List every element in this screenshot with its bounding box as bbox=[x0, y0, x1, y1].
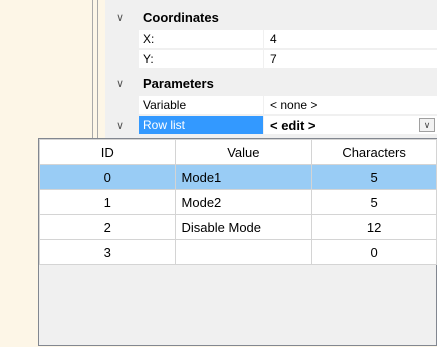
row-list-table: ID Value Characters 0 Mode1 5 1 Mode2 5 … bbox=[39, 139, 437, 265]
cell-characters[interactable]: 5 bbox=[311, 189, 437, 215]
property-name: Row list bbox=[139, 116, 263, 135]
table-row[interactable]: 0 Mode1 5 bbox=[39, 164, 437, 190]
property-name: Variable bbox=[139, 96, 263, 115]
cell-characters[interactable]: 5 bbox=[311, 164, 437, 190]
cell-id[interactable]: 3 bbox=[39, 239, 176, 265]
cell-value[interactable] bbox=[174, 239, 313, 265]
column-header-characters[interactable]: Characters bbox=[311, 139, 437, 165]
property-value[interactable]: < none > bbox=[264, 96, 437, 115]
chevron-down-icon[interactable]: ∨ bbox=[105, 74, 135, 94]
table-row[interactable]: 2 Disable Mode 12 bbox=[39, 214, 437, 240]
chevron-down-icon[interactable]: ∨ bbox=[105, 116, 135, 136]
dropdown-arrow-icon[interactable]: ∨ bbox=[419, 118, 435, 132]
panel-border-outer bbox=[92, 0, 93, 138]
property-variable[interactable]: Variable < none > bbox=[105, 96, 437, 116]
table-header-row: ID Value Characters bbox=[39, 139, 437, 165]
property-value[interactable]: 4 bbox=[264, 30, 437, 49]
cell-value[interactable]: Mode2 bbox=[174, 189, 313, 215]
column-header-id[interactable]: ID bbox=[39, 139, 176, 165]
property-grid: ∨ Coordinates X: 4 Y: 7 ∨ Parameters Var… bbox=[105, 0, 437, 138]
property-row-list[interactable]: ∨ Row list < edit > ∨ bbox=[105, 116, 437, 136]
cell-value[interactable]: Mode1 bbox=[174, 164, 313, 190]
chevron-down-icon[interactable]: ∨ bbox=[105, 8, 135, 28]
cell-id[interactable]: 1 bbox=[39, 189, 176, 215]
cell-characters[interactable]: 12 bbox=[311, 214, 437, 240]
property-value[interactable]: < edit > bbox=[264, 116, 437, 135]
table-row[interactable]: 3 0 bbox=[39, 239, 437, 265]
category-parameters[interactable]: ∨ Parameters bbox=[105, 74, 437, 94]
row-list-dropdown: ID Value Characters 0 Mode1 5 1 Mode2 5 … bbox=[38, 138, 437, 346]
cell-characters[interactable]: 0 bbox=[311, 239, 437, 265]
property-value[interactable]: 7 bbox=[264, 50, 437, 69]
category-label: Parameters bbox=[143, 76, 214, 91]
column-header-value[interactable]: Value bbox=[174, 139, 313, 165]
category-coordinates[interactable]: ∨ Coordinates bbox=[105, 8, 437, 28]
cell-value[interactable]: Disable Mode bbox=[174, 214, 313, 240]
property-x[interactable]: X: 4 bbox=[105, 30, 437, 50]
table-row[interactable]: 1 Mode2 5 bbox=[39, 189, 437, 215]
property-name: Y: bbox=[139, 50, 263, 69]
panel-border-inner bbox=[97, 0, 98, 138]
property-y[interactable]: Y: 7 bbox=[105, 50, 437, 70]
cell-id[interactable]: 0 bbox=[39, 164, 176, 190]
category-label: Coordinates bbox=[143, 10, 219, 25]
cell-id[interactable]: 2 bbox=[39, 214, 176, 240]
property-name: X: bbox=[139, 30, 263, 49]
